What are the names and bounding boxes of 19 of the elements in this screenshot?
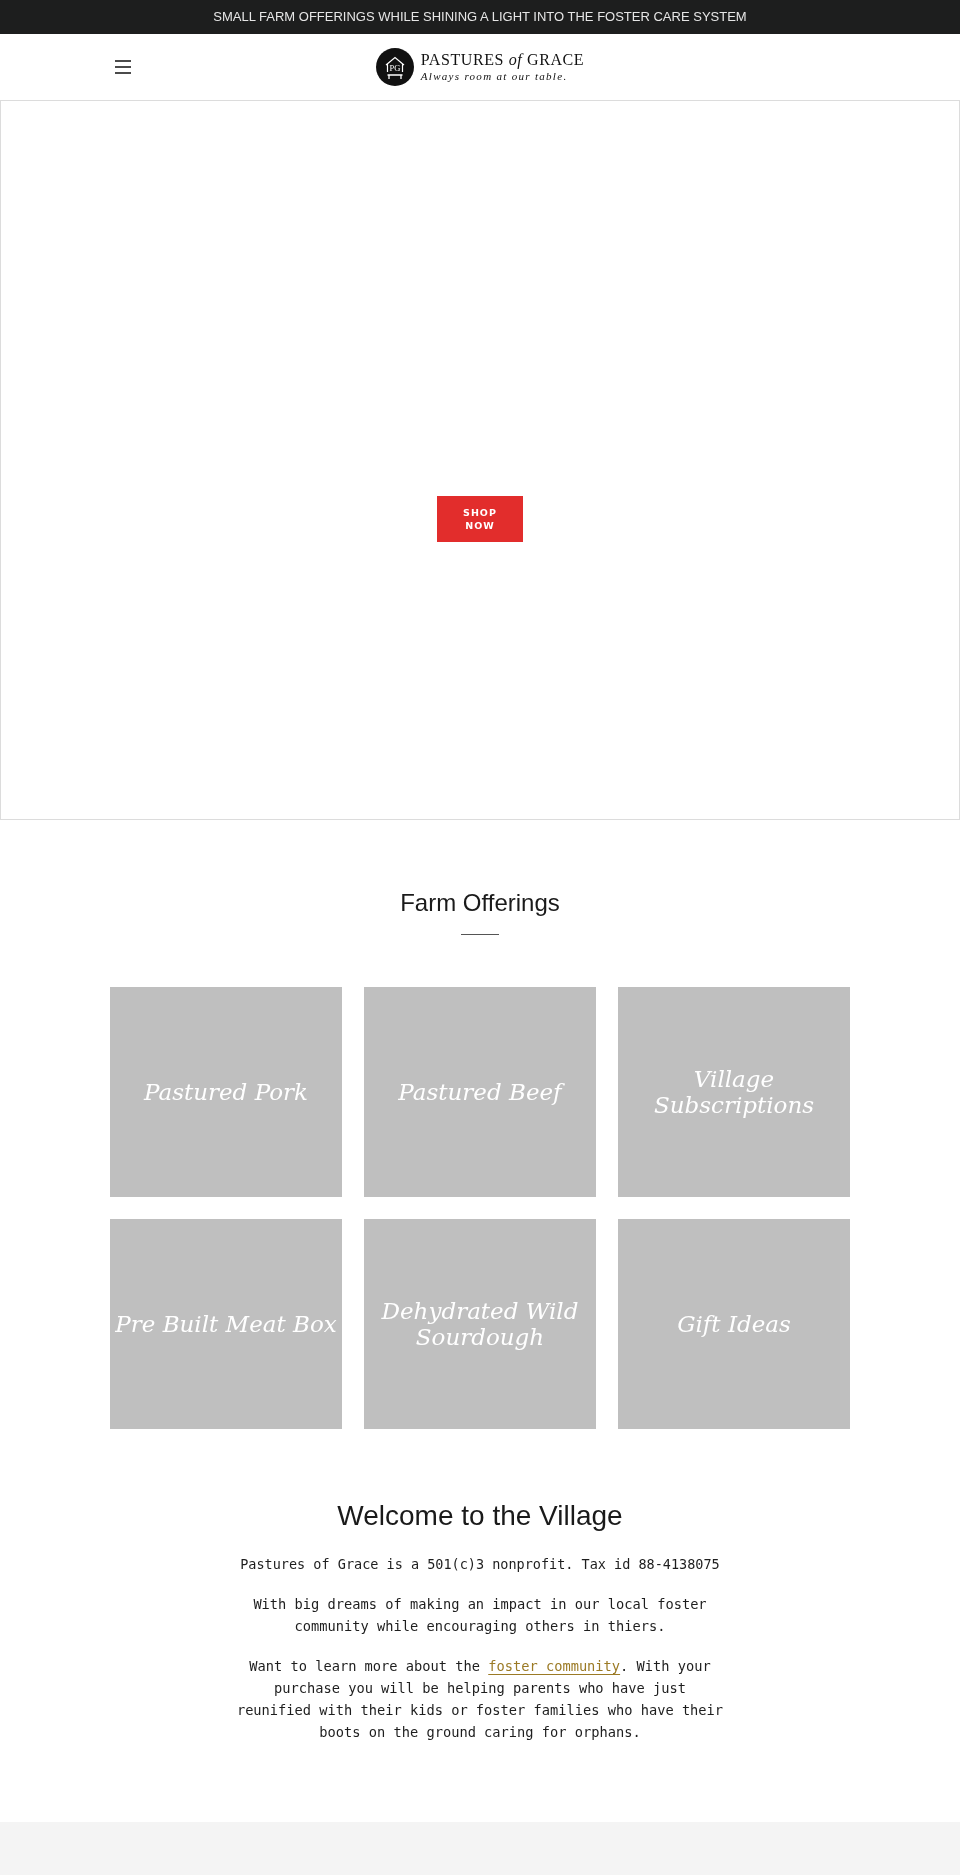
category-tile[interactable]: Pastured Beef bbox=[364, 987, 596, 1197]
logo-title: PASTURES of GRACE bbox=[420, 51, 585, 69]
welcome-paragraph: With big dreams of making an impact in our local foster community while encouraging others in thiers. bbox=[252, 1595, 708, 1636]
welcome-paragraph: Want to learn more about the foster community. With your purchase you will be helping parents who have just reunified with their kids or foster families who have their boots on the ground caring for orphans. bbox=[235, 1657, 725, 1742]
category-tile[interactable]: Gift Ideas bbox=[618, 1219, 850, 1429]
category-tile[interactable]: Dehydrated Wild Sourdough bbox=[364, 1219, 596, 1429]
menu-icon[interactable] bbox=[115, 60, 131, 74]
logo-emblem[interactable]: PG bbox=[375, 48, 414, 86]
category-tile[interactable]: Village Subscriptions bbox=[618, 987, 850, 1197]
announcement-text: SMALL FARM OFFERINGS WHILE SHINING A LIGHT INTO THE FOSTER CARE SYSTEM bbox=[213, 9, 747, 25]
logo-monogram: PG bbox=[389, 62, 401, 73]
category-tile[interactable]: Pastured Pork bbox=[110, 987, 342, 1197]
section-heading: Farm Offerings bbox=[400, 888, 560, 918]
text-link[interactable]: foster community bbox=[488, 1658, 621, 1674]
logo-tagline: Always room at our table. bbox=[420, 69, 569, 83]
welcome-heading: Welcome to the Village bbox=[337, 1499, 623, 1533]
category-tile[interactable]: Pre Built Meat Box bbox=[110, 1219, 342, 1429]
shop-now-button[interactable]: SHOP NOW bbox=[437, 496, 523, 542]
welcome-paragraph: Pastures of Grace is a 501(c)3 nonprofit. Tax id 88-4138075 bbox=[240, 1555, 720, 1574]
